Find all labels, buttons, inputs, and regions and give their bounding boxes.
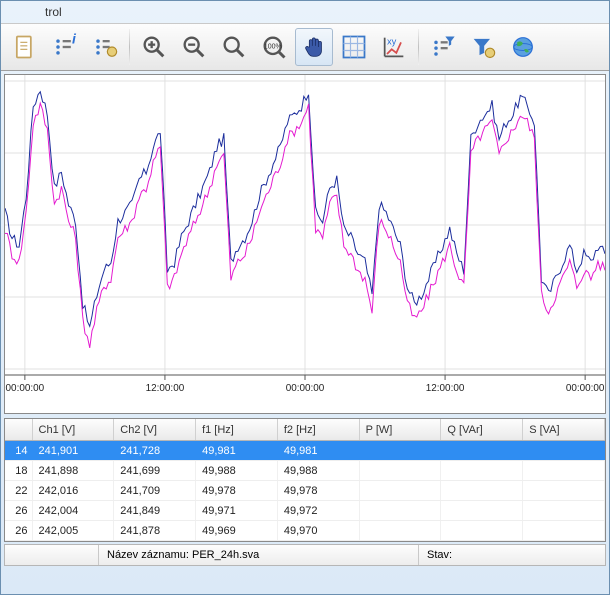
cell: 241,699 [114,461,196,480]
xy-plot-button[interactable]: xy [375,28,413,66]
toolbar: i 100% xy [1,23,609,71]
cell: 242,005 [33,521,115,540]
column-header[interactable]: f1 [Hz] [196,419,278,440]
cell: 241,878 [114,521,196,540]
table-row[interactable]: 22242,016241,70949,97849,978 [5,481,605,501]
svg-text:12:00:00: 12:00:00 [146,383,185,394]
cell: 49,978 [278,481,360,500]
cell: 49,988 [278,461,360,480]
cell [523,521,605,540]
cell [360,521,442,540]
document-button[interactable] [6,28,44,66]
window-titlebar: trol [1,1,609,23]
record-label: Název záznamu: [107,549,189,561]
table-header: Ch1 [V]Ch2 [V]f1 [Hz]f2 [Hz]P [W]Q [VAr]… [5,419,605,441]
cell [441,441,523,460]
svg-text:12:00:00: 12:00:00 [426,383,465,394]
svg-text:00:00:00: 00:00:00 [566,383,605,394]
svg-text:00:00:00: 00:00:00 [286,383,325,394]
table-row[interactable]: 14241,901241,72849,98149,981 [5,441,605,461]
zoom-button[interactable] [215,28,253,66]
info-list-button[interactable]: i [46,28,84,66]
cell [441,461,523,480]
grid-toggle-button[interactable] [335,28,373,66]
record-name: Název záznamu: PER_24h.sva [99,545,419,565]
svg-text:xy: xy [387,37,397,47]
column-header[interactable]: Q [VAr] [441,419,523,440]
data-table: Ch1 [V]Ch2 [V]f1 [Hz]f2 [Hz]P [W]Q [VAr]… [4,418,606,542]
record-value: PER_24h.sva [192,549,259,561]
cell: 49,978 [196,481,278,500]
state-label: Stav: [427,549,452,561]
table-row[interactable]: 26242,005241,87849,96949,970 [5,521,605,541]
cell: 241,898 [33,461,115,480]
svg-text:i: i [72,33,77,47]
cell [360,481,442,500]
column-header[interactable]: Ch2 [V] [114,419,196,440]
cell [523,481,605,500]
table-row[interactable]: 18241,898241,69949,98849,988 [5,461,605,481]
cell: 49,988 [196,461,278,480]
row-id: 22 [5,481,33,500]
globe-button[interactable] [504,28,542,66]
zoom-100-button[interactable]: 100% [255,28,293,66]
status-cell [5,545,99,565]
pan-hand-button[interactable] [295,28,333,66]
row-id: 18 [5,461,33,480]
column-header[interactable]: P [W] [360,419,442,440]
state-cell: Stav: [419,545,605,565]
cell [441,521,523,540]
cell [523,501,605,520]
zoom-out-button[interactable] [175,28,213,66]
table-row[interactable]: 26242,004241,84949,97149,972 [5,501,605,521]
cell [441,481,523,500]
cell [360,441,442,460]
column-header[interactable]: Ch1 [V] [33,419,115,440]
funnel-settings-button[interactable] [464,28,502,66]
cell: 49,981 [196,441,278,460]
cell: 49,969 [196,521,278,540]
cell: 49,981 [278,441,360,460]
cell: 241,709 [114,481,196,500]
column-header[interactable] [5,419,33,440]
zoom-in-button[interactable] [135,28,173,66]
svg-text:00:00:00: 00:00:00 [6,383,45,394]
toolbar-separator [129,29,130,65]
cell: 241,849 [114,501,196,520]
window-title: trol [45,5,62,19]
column-header[interactable]: S [VA] [523,419,605,440]
cell: 242,004 [33,501,115,520]
row-id: 26 [5,501,33,520]
cell: 49,970 [278,521,360,540]
row-id: 14 [5,441,33,460]
cell: 241,728 [114,441,196,460]
toolbar-separator [418,29,419,65]
chart[interactable]: 00:00:00 12:00:00 00:00:00 12:00:00 00:00:00 [4,74,606,414]
status-bar: Název záznamu: PER_24h.sva Stav: [4,544,606,566]
cell [360,461,442,480]
column-header[interactable]: f2 [Hz] [278,419,360,440]
cell: 49,972 [278,501,360,520]
cell [360,501,442,520]
cell [441,501,523,520]
cell: 49,971 [196,501,278,520]
row-id: 26 [5,521,33,540]
cell [523,441,605,460]
filter-list-button[interactable] [424,28,462,66]
cell: 242,016 [33,481,115,500]
svg-text:100%: 100% [264,44,282,51]
cell: 241,901 [33,441,115,460]
list-settings-button[interactable] [86,28,124,66]
cell [523,461,605,480]
